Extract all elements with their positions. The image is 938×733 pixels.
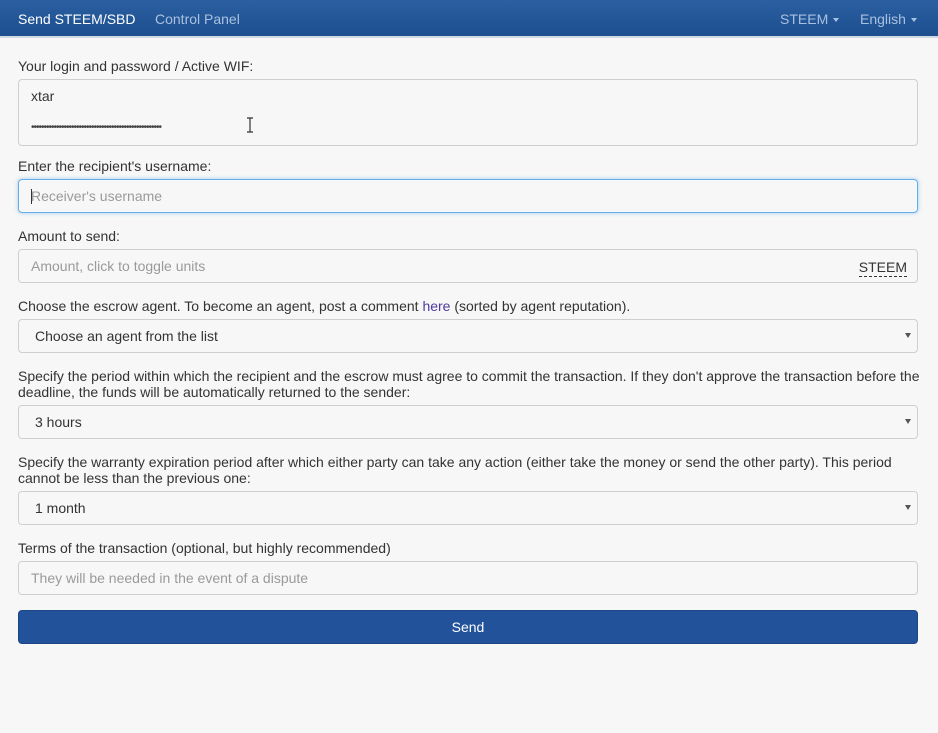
language-dropdown-label: English xyxy=(860,11,906,27)
recipient-placeholder: Receiver's username xyxy=(31,188,163,204)
agent-selected: Choose an agent from the list xyxy=(35,328,218,344)
expiration-label: Specify the warranty expiration period a… xyxy=(18,454,892,486)
chevron-down-icon xyxy=(910,18,917,23)
password-field[interactable]: ••••••••••••••••••••••••••••••••••••••••… xyxy=(18,112,918,146)
agent-label-text: Choose the escrow agent. To become an ag… xyxy=(18,298,419,314)
nav-brand-send[interactable]: Send STEEM/SBD xyxy=(18,11,136,27)
deadline-select[interactable]: 3 hours xyxy=(18,405,918,439)
unit-toggle[interactable]: STEEM xyxy=(858,258,907,277)
recipient-label: Enter the recipient's username: xyxy=(18,158,212,174)
amount-label: Amount to send: xyxy=(18,228,120,244)
agent-label: Choose the escrow agent. To become an ag… xyxy=(18,298,630,314)
send-button[interactable]: Send xyxy=(18,610,918,644)
language-dropdown[interactable]: English xyxy=(860,11,917,27)
recipient-input[interactable]: Receiver's username xyxy=(18,179,918,213)
agent-select[interactable]: Choose an agent from the list xyxy=(18,319,918,353)
terms-input[interactable]: They will be needed in the event of a di… xyxy=(18,561,918,595)
amount-input[interactable]: Amount, click to toggle units STEEM xyxy=(18,249,918,283)
agent-here-link[interactable]: here xyxy=(422,298,450,314)
dropdown-arrow-icon xyxy=(905,419,911,424)
password-value: ••••••••••••••••••••••••••••••••••••••••… xyxy=(31,122,162,133)
expiration-select[interactable]: 1 month xyxy=(18,491,918,525)
login-label: Your login and password / Active WIF: xyxy=(18,58,254,74)
amount-placeholder: Amount, click to toggle units xyxy=(31,258,206,274)
deadline-selected: 3 hours xyxy=(35,414,82,430)
dropdown-arrow-icon xyxy=(905,505,911,510)
chevron-down-icon xyxy=(833,18,840,23)
terms-label: Terms of the transaction (optional, but … xyxy=(18,540,391,556)
expiration-selected: 1 month xyxy=(35,500,86,516)
username-field[interactable]: xtar xyxy=(18,79,918,113)
deadline-label: Specify the period within which the reci… xyxy=(18,368,920,400)
username-value: xtar xyxy=(31,88,55,104)
agent-label-suffix: (sorted by agent reputation). xyxy=(454,298,631,314)
currency-dropdown-label: STEEM xyxy=(780,11,829,27)
top-navbar: Send STEEM/SBD Control Panel STEEM Engli… xyxy=(0,0,938,38)
text-cursor-icon xyxy=(247,117,253,133)
nav-control-panel[interactable]: Control Panel xyxy=(155,11,240,27)
dropdown-arrow-icon xyxy=(905,333,911,338)
caret-indicator xyxy=(31,189,32,204)
terms-placeholder: They will be needed in the event of a di… xyxy=(31,570,309,586)
currency-dropdown[interactable]: STEEM xyxy=(780,11,840,27)
